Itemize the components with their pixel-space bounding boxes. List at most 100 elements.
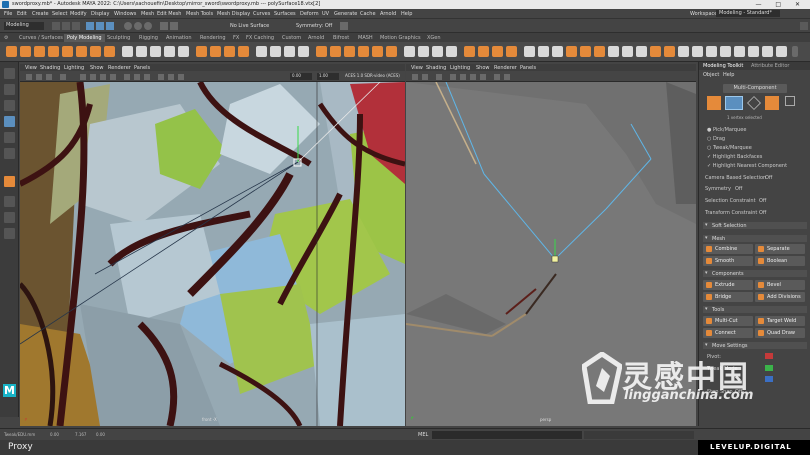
save-scene-icon[interactable] — [72, 22, 80, 30]
two-pane-icon[interactable] — [4, 228, 15, 239]
highlight-nearest-checkbox[interactable]: ✓ Highlight Nearest Component — [707, 163, 787, 169]
cleanup-icon[interactable] — [678, 46, 689, 57]
menu-select[interactable]: Select — [52, 11, 67, 17]
poly-sphere-icon[interactable] — [6, 46, 17, 57]
extract-icon[interactable] — [734, 46, 745, 57]
uv-shell-icon[interactable] — [650, 46, 661, 57]
panel-menu-help[interactable]: Help — [723, 72, 734, 78]
freeze-transform-icon[interactable] — [238, 46, 249, 57]
camera-attributes-icon[interactable] — [26, 74, 32, 80]
exposure-field[interactable]: 0.00 — [290, 73, 312, 80]
persp-isolate-icon[interactable] — [504, 74, 510, 80]
cylindrical-mapping-icon[interactable] — [566, 46, 577, 57]
mirror-icon[interactable] — [196, 46, 207, 57]
xray-icon[interactable] — [134, 74, 140, 80]
tab-curves-surfaces[interactable]: Curves / Surfaces — [16, 34, 66, 42]
lights-icon[interactable] — [110, 74, 116, 80]
select-component-icon[interactable] — [106, 22, 114, 30]
menu-uv[interactable]: UV — [322, 11, 329, 17]
unfold-icon[interactable] — [594, 46, 605, 57]
single-pane-icon[interactable] — [4, 196, 15, 207]
menu-modify[interactable]: Modify — [70, 11, 87, 17]
select-tool-icon[interactable] — [4, 68, 15, 79]
tab-animation[interactable]: Animation — [163, 34, 195, 42]
delete-edge-icon[interactable] — [404, 46, 415, 57]
pick-marquee-option[interactable]: ● Pick/Marquee — [707, 127, 746, 133]
multi-cut-icon[interactable] — [330, 46, 341, 57]
menu-set-dropdown[interactable]: Modeling — [4, 22, 44, 30]
select-hierarchy-icon[interactable] — [86, 22, 94, 30]
poly-cylinder-icon[interactable] — [34, 46, 45, 57]
last-tool-icon[interactable] — [4, 176, 15, 187]
sidebar-toggle-icon[interactable] — [340, 22, 348, 30]
four-pane-icon[interactable] — [4, 212, 15, 223]
workspace-dropdown[interactable]: Modeling - Standard* — [716, 10, 780, 17]
menu-file[interactable]: File — [4, 11, 12, 17]
menu-arnold[interactable]: Arnold — [380, 11, 396, 17]
tools-section[interactable]: Tools — [703, 306, 807, 313]
tab-bifrost[interactable]: Bifrost — [330, 34, 352, 42]
menu-edit-mesh[interactable]: Edit Mesh — [157, 11, 181, 17]
menu-edit[interactable]: Edit — [17, 11, 27, 17]
insert-edge-loop-icon[interactable] — [344, 46, 355, 57]
move-tool-icon[interactable] — [4, 116, 15, 127]
svg-tool-icon[interactable] — [178, 46, 189, 57]
tab-modeling-toolkit[interactable]: Modeling Toolkit — [703, 63, 743, 69]
offset-edge-loop-icon[interactable] — [358, 46, 369, 57]
drag-option[interactable]: ○ Drag — [707, 136, 725, 142]
live-surface-field[interactable]: No Live Surface — [230, 23, 269, 29]
menu-mesh-tools[interactable]: Mesh Tools — [186, 11, 213, 17]
smooth-icon[interactable] — [150, 46, 161, 57]
viewport-front[interactable]: View Shading Lighting Show Renderer Pane… — [20, 64, 405, 426]
window-controls[interactable]: — □ ✕ — [755, 1, 806, 8]
quadrangulate-icon[interactable] — [720, 46, 731, 57]
conform-icon[interactable] — [478, 46, 489, 57]
persp-wireframe-icon[interactable] — [450, 74, 456, 80]
menu-surfaces[interactable]: Surfaces — [274, 11, 296, 17]
menu-generate[interactable]: Generate — [334, 11, 357, 17]
append-polygon-icon[interactable] — [298, 46, 309, 57]
face-mode-icon[interactable] — [765, 96, 779, 110]
tab-xgen[interactable]: XGen — [424, 34, 444, 42]
wedge-icon[interactable] — [776, 46, 787, 57]
shelf-settings-icon[interactable]: ⚙ — [4, 35, 8, 41]
shelf-scroll-icon[interactable] — [792, 46, 798, 57]
symmetry-dropdown[interactable]: Off — [735, 186, 742, 192]
fill-hole-icon[interactable] — [316, 46, 327, 57]
menu-mesh[interactable]: Mesh — [141, 11, 154, 17]
poly-plane-icon[interactable] — [76, 46, 87, 57]
menu-cache[interactable]: Cache — [360, 11, 376, 17]
mel-input[interactable] — [432, 431, 582, 439]
tab-fx-caching[interactable]: FX Caching — [243, 34, 277, 42]
components-section[interactable]: Components — [703, 270, 807, 277]
symmetry-field[interactable]: Symmetry: Off — [296, 23, 332, 29]
menu-deform[interactable]: Deform — [300, 11, 319, 17]
center-pivot-icon[interactable] — [224, 46, 235, 57]
poly-torus-icon[interactable] — [62, 46, 73, 57]
multi-cut-button[interactable]: Multi-Cut — [703, 316, 753, 326]
sew-uv-icon[interactable] — [636, 46, 647, 57]
tab-rendering[interactable]: Rendering — [197, 34, 229, 42]
reverse-normals-icon[interactable] — [464, 46, 475, 57]
highlight-backfaces-checkbox[interactable]: ✓ Highlight Backfaces — [707, 154, 762, 160]
scale-tool-icon[interactable] — [4, 148, 15, 159]
mel-label[interactable]: MEL — [418, 432, 428, 438]
vertex-mode-icon[interactable] — [725, 96, 743, 110]
textured-icon[interactable] — [100, 74, 106, 80]
tab-poly-modeling[interactable]: Poly Modeling — [64, 34, 105, 42]
target-weld-button[interactable]: Target Weld — [755, 316, 805, 326]
paint-select-icon[interactable] — [4, 100, 15, 111]
platonic-solid-icon[interactable] — [104, 46, 115, 57]
separate-button[interactable]: Separate — [755, 244, 805, 254]
tab-rigging[interactable]: Rigging — [136, 34, 161, 42]
persp-shaded-icon[interactable] — [460, 74, 466, 80]
soften-edge-icon[interactable] — [492, 46, 503, 57]
tweak-marquee-option[interactable]: ○ Tweak/Marquee — [707, 145, 752, 151]
extrude-button[interactable]: Extrude — [703, 280, 753, 290]
smooth-shade-icon[interactable] — [90, 74, 96, 80]
chamfer-vertex-icon[interactable] — [446, 46, 457, 57]
poly-cube-icon[interactable] — [20, 46, 31, 57]
menu-help[interactable]: Help — [401, 11, 412, 17]
menu-curves[interactable]: Curves — [253, 11, 270, 17]
uv-editor-icon[interactable] — [524, 46, 535, 57]
